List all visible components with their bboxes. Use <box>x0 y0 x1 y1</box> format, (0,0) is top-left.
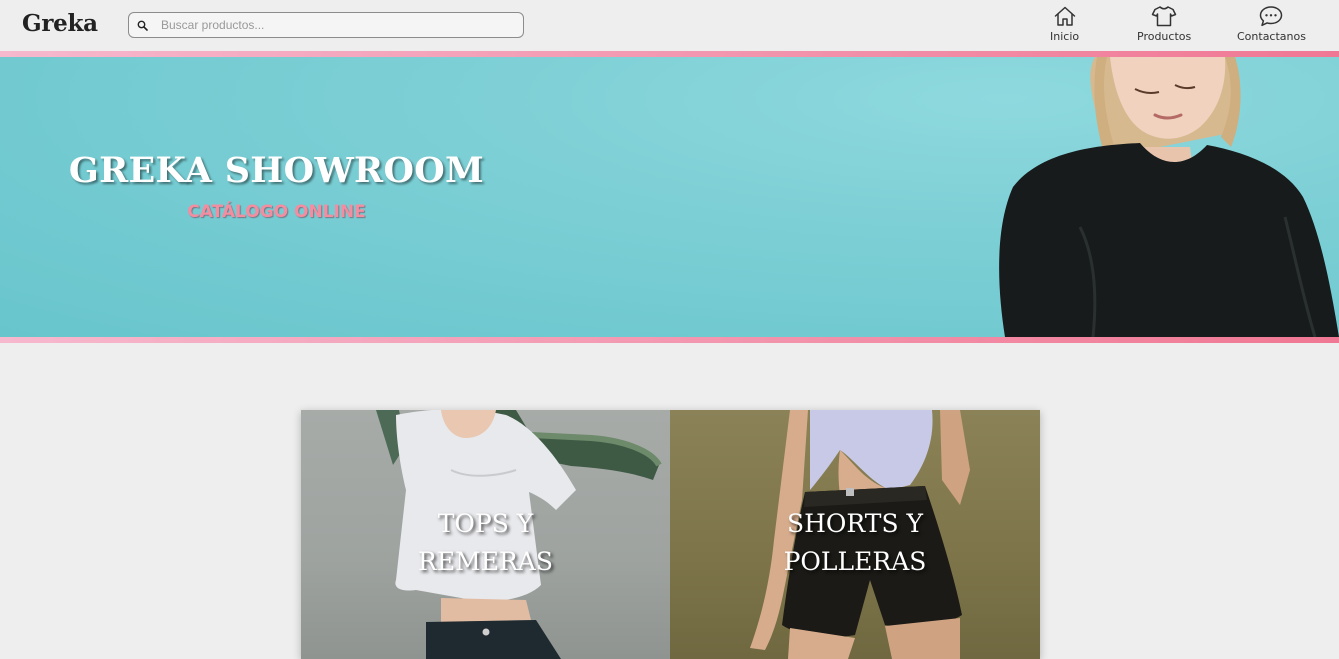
hero-model-image <box>999 57 1339 337</box>
chat-icon <box>1258 5 1284 27</box>
nav-label-inicio: Inicio <box>1050 30 1080 43</box>
category-card-tops[interactable]: TOPS Y REMERAS <box>301 410 670 659</box>
category-grid: TOPS Y REMERAS SHORTS Y POLLERAS <box>301 410 1040 659</box>
category-label-tops-line1: TOPS Y <box>437 509 534 538</box>
search-input[interactable] <box>155 18 505 32</box>
category-label-shorts-line1: SHORTS Y <box>786 509 924 538</box>
nav-label-productos: Productos <box>1137 30 1192 43</box>
hero-banner: GREKA SHOWROOM CATÁLOGO ONLINE <box>0 57 1339 337</box>
tshirt-icon <box>1151 5 1177 27</box>
hero-subtitle: CATÁLOGO ONLINE <box>187 202 366 222</box>
site-header: Greka Inicio Productos Contactanos <box>0 0 1339 51</box>
hero-title: GREKA SHOWROOM <box>68 150 485 191</box>
search-icon <box>129 13 155 37</box>
nav-contactanos[interactable]: Contactanos <box>1237 5 1306 43</box>
category-label-tops: TOPS Y REMERAS <box>301 505 670 581</box>
hero-divider-stripe <box>0 337 1339 343</box>
home-icon <box>1053 5 1077 27</box>
search-bar[interactable] <box>128 12 524 38</box>
nav-inicio[interactable]: Inicio <box>1050 5 1079 43</box>
nav-productos[interactable]: Productos <box>1137 5 1191 43</box>
category-label-shorts: SHORTS Y POLLERAS <box>670 505 1040 581</box>
category-label-tops-line2: REMERAS <box>418 547 553 576</box>
category-card-shorts[interactable]: SHORTS Y POLLERAS <box>670 410 1040 659</box>
nav-label-contactanos: Contactanos <box>1237 30 1306 43</box>
category-label-shorts-line2: POLLERAS <box>783 547 927 576</box>
site-logo[interactable]: Greka <box>22 10 98 37</box>
